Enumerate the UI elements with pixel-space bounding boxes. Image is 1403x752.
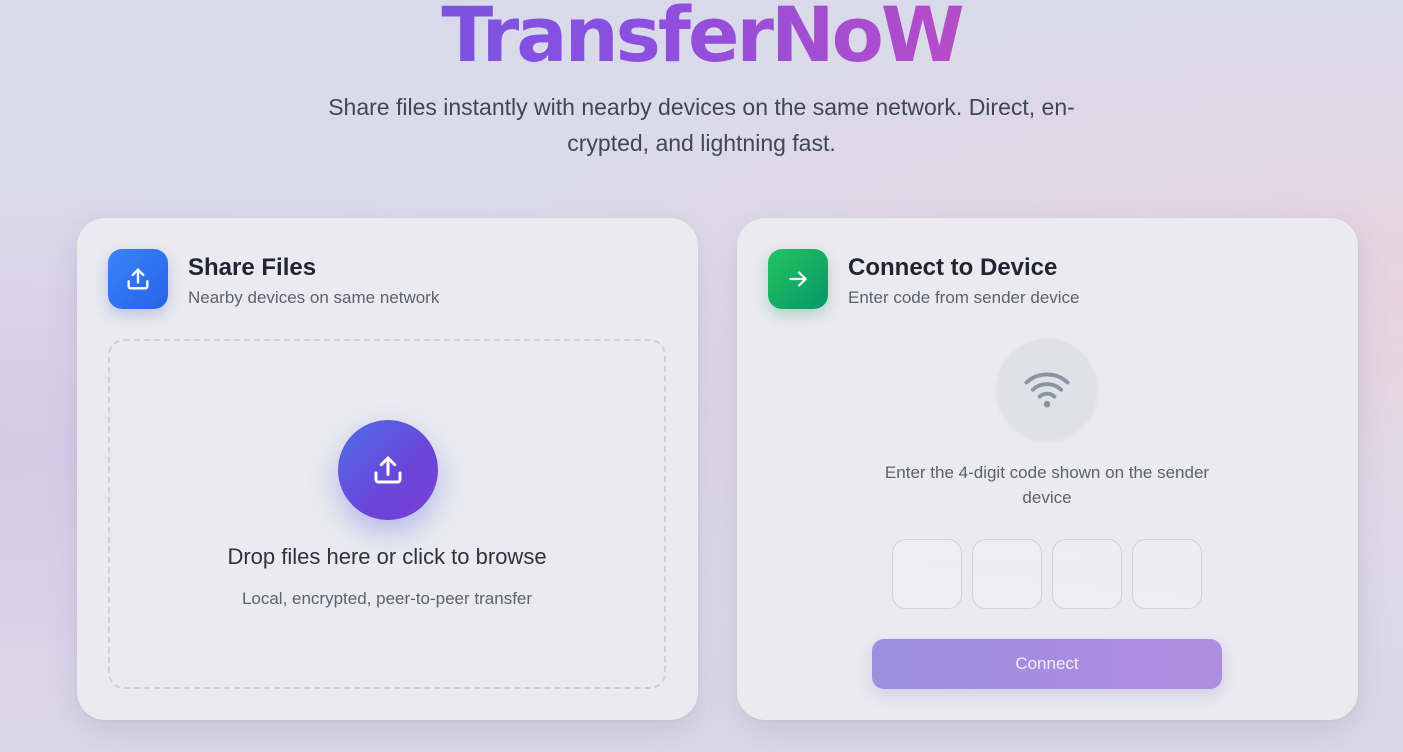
wifi-icon	[997, 339, 1097, 439]
arrow-right-icon	[768, 249, 828, 309]
code-hint-line-1: Enter the 4-digit code shown on the send…	[884, 463, 1210, 482]
code-hint-line-2: device	[1022, 488, 1072, 507]
share-files-subtitle: Nearby devices on same network	[188, 288, 440, 307]
connect-device-subtitle: Enter code from sender device	[848, 288, 1080, 307]
tagline: Share files instantly with nearby device…	[0, 89, 1403, 161]
code-digit-4[interactable]	[1132, 539, 1202, 609]
upload-icon	[108, 249, 168, 309]
code-hint: Enter the 4-digit code shown on the send…	[867, 460, 1227, 510]
connect-button[interactable]: Connect	[872, 639, 1222, 689]
connect-device-card: Connect to Device Enter code from sender…	[737, 218, 1358, 720]
code-digit-3[interactable]	[1052, 539, 1122, 609]
upload-icon[interactable]	[338, 420, 438, 520]
tagline-line-2: crypted, and lightning fast.	[567, 130, 836, 156]
brand-part-2: NoW	[771, 0, 962, 79]
share-files-title: Share Files	[188, 254, 317, 281]
dropzone-subtitle: Local, encrypted, peer-to-peer transfer	[241, 589, 533, 608]
file-dropzone[interactable]: Drop files here or click to browse Local…	[108, 339, 666, 689]
code-digit-2[interactable]	[972, 539, 1042, 609]
app-logo: TransferNoW	[0, 0, 1403, 76]
connect-device-title: Connect to Device	[848, 254, 1058, 281]
dropzone-title: Drop files here or click to browse	[227, 544, 547, 569]
tagline-line-1: Share files instantly with nearby device…	[328, 94, 1075, 120]
brand-part-1: Transfer	[441, 0, 772, 79]
share-files-card: Share Files Nearby devices on same netwo…	[77, 218, 698, 720]
code-digit-1[interactable]	[892, 539, 962, 609]
